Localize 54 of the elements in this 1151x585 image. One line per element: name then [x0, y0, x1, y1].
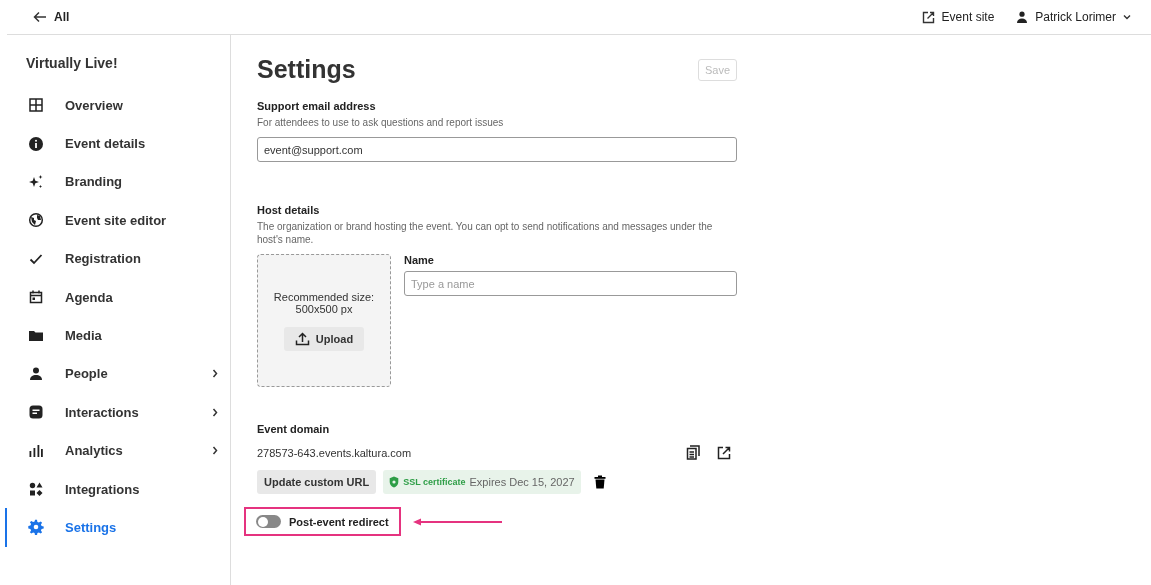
upload-icon	[294, 331, 310, 346]
event-name: Virtually Live!	[26, 55, 119, 71]
sparkle-icon	[28, 173, 44, 190]
arrow-left-icon	[33, 11, 47, 23]
upload-button[interactable]: Upload	[283, 326, 365, 351]
field-hint: For attendees to use to ask questions and report issues	[257, 116, 505, 129]
ssl-label: SSL certificate	[403, 477, 466, 487]
grid-icon	[28, 97, 44, 114]
sidebar-item[interactable]: Branding	[5, 162, 230, 202]
bar-chart-icon	[28, 442, 44, 459]
person-icon	[1016, 11, 1029, 23]
external-link-icon	[921, 10, 935, 24]
domain-text: 278573-643.events.kaltura.com	[257, 446, 413, 459]
size-hint: 500x500 px	[295, 302, 353, 315]
sidebar-item[interactable]: Integrations	[5, 469, 230, 509]
page-title: Settings	[257, 55, 356, 84]
sidebar-item[interactable]: Settings	[5, 508, 230, 547]
external-link-icon[interactable]	[717, 445, 731, 460]
sidebar-item[interactable]: People	[5, 354, 230, 394]
sidebar-item[interactable]: Analytics	[5, 431, 230, 470]
info-icon	[28, 135, 44, 152]
section-label: Host details	[257, 204, 321, 216]
shapes-icon	[28, 481, 44, 498]
event-site-link[interactable]: Event site	[921, 10, 995, 24]
caret-icon	[1123, 14, 1131, 20]
section-hint: The organization or brand hosting the event. You can opt to send notifications and messages under the host's name.	[257, 220, 714, 246]
calendar-icon	[28, 289, 44, 306]
name-field[interactable]: Type a name	[404, 271, 737, 296]
redirect-toggle[interactable]	[256, 515, 281, 528]
settings-icon	[28, 519, 44, 536]
sidebar-item[interactable]: Agenda	[5, 277, 230, 317]
globe-icon	[28, 212, 44, 229]
sidebar-item[interactable]: Interactions	[5, 393, 230, 432]
sidebar-item[interactable]: Media	[5, 316, 230, 355]
user-menu[interactable]: Patrick Lorimer	[1016, 10, 1131, 24]
sidebar-item[interactable]: Event details	[5, 124, 230, 163]
field-label: Support email address	[257, 100, 377, 112]
toggle-label: Post-event redirect	[289, 515, 389, 528]
chat-icon	[28, 404, 44, 421]
person-icon	[28, 365, 44, 382]
trash-icon[interactable]	[593, 475, 606, 489]
size-hint: Recommended size:	[273, 290, 375, 303]
section-label: Event domain	[257, 423, 331, 435]
upload-area[interactable]: Recommended size: 500x500 px Upload	[257, 254, 391, 387]
sidebar-item[interactable]: Event site editor	[5, 201, 230, 240]
sidebar-item[interactable]: Overview	[5, 86, 230, 125]
sidebar-item[interactable]: Registration	[5, 239, 230, 278]
shield-icon	[389, 476, 400, 488]
expiry-text: Expires Dec 15, 2027	[469, 476, 575, 488]
copy-icon[interactable]	[686, 445, 700, 460]
email-field[interactable]: event@support.com	[257, 137, 737, 162]
back-link[interactable]: All	[33, 10, 70, 24]
update-url-button[interactable]: Update custom URL	[257, 470, 377, 494]
field-label: Name	[404, 254, 435, 266]
